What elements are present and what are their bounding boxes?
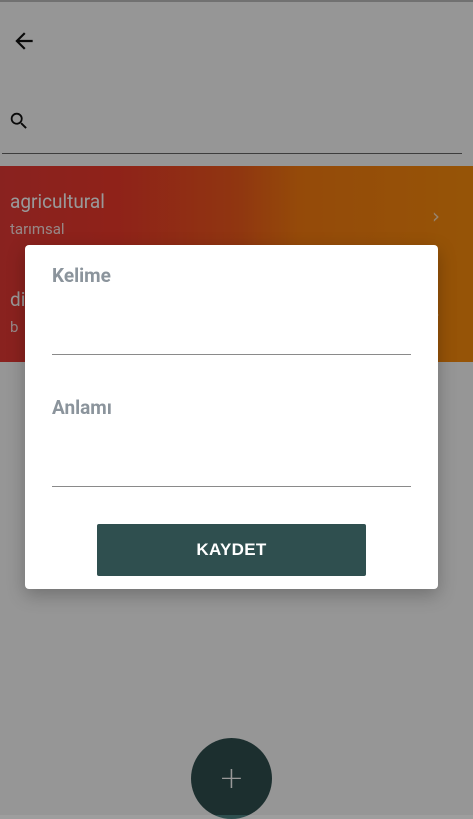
save-button[interactable]: KAYDET — [97, 524, 366, 576]
add-word-dialog: Kelime Anlamı KAYDET — [25, 245, 438, 589]
word-input[interactable] — [52, 313, 414, 355]
meaning-field-label: Anlamı — [52, 396, 112, 419]
word-field-label: Kelime — [52, 264, 111, 287]
meaning-input[interactable] — [52, 445, 414, 487]
word-field-underline — [52, 354, 411, 355]
meaning-field-underline — [52, 486, 411, 487]
